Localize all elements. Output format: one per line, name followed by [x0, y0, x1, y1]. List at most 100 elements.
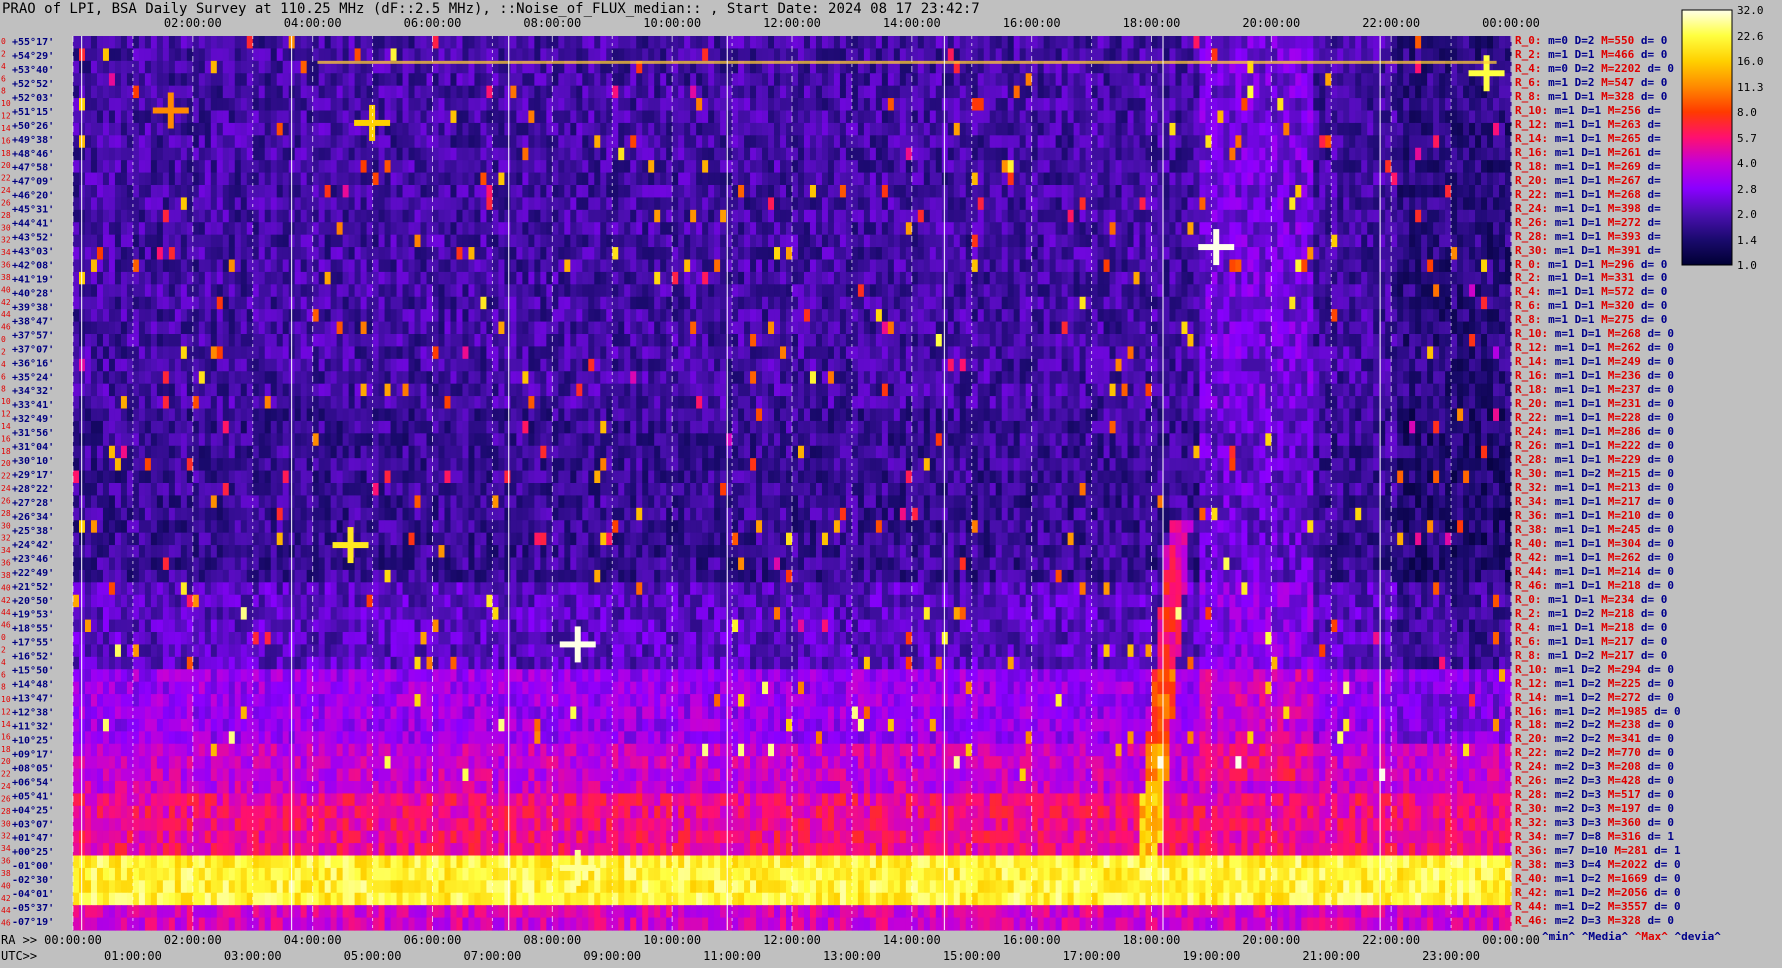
heatmap-cell — [696, 185, 703, 198]
heatmap-cell — [672, 123, 679, 136]
heatmap-cell — [468, 73, 475, 86]
heatmap-cell — [1229, 210, 1236, 223]
heatmap-cell — [139, 272, 146, 285]
heatmap-cell — [415, 173, 422, 186]
heatmap-cell — [1319, 197, 1326, 210]
heatmap-cell — [780, 123, 787, 136]
heatmap-cell — [1355, 235, 1362, 248]
heatmap-cell — [265, 185, 272, 198]
heatmap-cell — [936, 197, 943, 210]
heatmap-cell — [1337, 247, 1344, 260]
heatmap-cell — [181, 247, 188, 260]
heatmap-cell — [1451, 173, 1458, 186]
heatmap-cell — [391, 98, 398, 111]
heatmap-cell — [834, 185, 841, 198]
heatmap-cell — [774, 247, 781, 260]
heatmap-cell — [1373, 247, 1380, 260]
heatmap-cell — [1427, 173, 1434, 186]
heatmap-cell — [588, 148, 595, 161]
heatmap-cell — [912, 247, 919, 260]
heatmap-cell — [1397, 197, 1404, 210]
heatmap-cell — [331, 284, 338, 297]
heatmap-cell — [91, 173, 98, 186]
heatmap-cell — [996, 247, 1003, 260]
heatmap-cell — [1068, 210, 1075, 223]
heatmap-cell — [253, 73, 260, 86]
heatmap-cell — [391, 123, 398, 136]
heatmap-cell — [1080, 123, 1087, 136]
heatmap-cell — [636, 123, 643, 136]
heatmap-cell — [570, 235, 577, 248]
heatmap-cell — [343, 135, 350, 148]
heatmap-cell — [373, 284, 380, 297]
heatmap-cell — [516, 48, 523, 61]
heatmap-cell — [462, 260, 469, 273]
heatmap-cell — [1140, 197, 1147, 210]
heatmap-cell — [199, 222, 206, 235]
heatmap-cell — [409, 98, 416, 111]
heatmap-cell — [576, 36, 583, 49]
heatmap-cell — [295, 73, 302, 86]
heatmap-cell — [391, 197, 398, 210]
heatmap-cell — [450, 197, 457, 210]
heatmap-cell — [1457, 86, 1464, 99]
heatmap-cell — [91, 197, 98, 210]
heatmap-cell — [738, 36, 745, 49]
heatmap-cell — [1343, 235, 1350, 248]
heatmap-cell — [241, 73, 248, 86]
heatmap-cell — [510, 185, 517, 198]
heatmap-cell — [73, 148, 80, 161]
heatmap-cell — [696, 235, 703, 248]
heatmap-cell — [1427, 86, 1434, 99]
heatmap-cell — [528, 135, 535, 148]
heatmap-cell — [1499, 222, 1506, 235]
heatmap-cell — [1343, 135, 1350, 148]
heatmap-cell — [313, 210, 320, 223]
heatmap-cell — [1349, 260, 1356, 273]
heatmap-cell — [858, 235, 865, 248]
heatmap-cell — [91, 98, 98, 111]
heatmap-cell — [1373, 36, 1380, 49]
heatmap-cell — [516, 272, 523, 285]
heatmap-cell — [1295, 222, 1302, 235]
heatmap-cell — [882, 48, 889, 61]
heatmap-cell — [1074, 148, 1081, 161]
heatmap-cell — [714, 148, 721, 161]
heatmap-cell — [774, 272, 781, 285]
heatmap-cell — [433, 48, 440, 61]
heatmap-cell — [720, 48, 727, 61]
heatmap-cell — [175, 61, 182, 74]
heatmap-cell — [1032, 197, 1039, 210]
heatmap-cell — [91, 148, 98, 161]
heatmap-cell — [1493, 86, 1500, 99]
heatmap-cell — [1241, 160, 1248, 173]
heatmap-cell — [1056, 284, 1063, 297]
heatmap-cell — [852, 210, 859, 223]
heatmap-cell — [253, 135, 260, 148]
heatmap-cell — [391, 210, 398, 223]
heatmap-cell — [223, 123, 230, 136]
heatmap-cell — [385, 98, 392, 111]
heatmap-cell — [618, 73, 625, 86]
heatmap-cell — [1295, 86, 1302, 99]
heatmap-cell — [1110, 260, 1117, 273]
heatmap-cell — [684, 148, 691, 161]
heatmap-cell — [193, 173, 200, 186]
heatmap-cell — [343, 123, 350, 136]
heatmap-cell — [1008, 98, 1015, 111]
heatmap-cell — [343, 160, 350, 173]
heatmap-cell — [756, 86, 763, 99]
heatmap-cell — [397, 73, 404, 86]
heatmap-cell — [636, 272, 643, 285]
heatmap-cell — [690, 98, 697, 111]
heatmap-cell — [379, 160, 386, 173]
heatmap-cell — [504, 98, 511, 111]
heatmap-cell — [882, 235, 889, 248]
heatmap-cell — [361, 98, 368, 111]
heatmap-cell — [1116, 260, 1123, 273]
heatmap-cell — [630, 36, 637, 49]
heatmap-cell — [690, 160, 697, 173]
heatmap-cell — [918, 111, 925, 124]
heatmap-cell — [373, 235, 380, 248]
heatmap-cell — [1187, 272, 1194, 285]
